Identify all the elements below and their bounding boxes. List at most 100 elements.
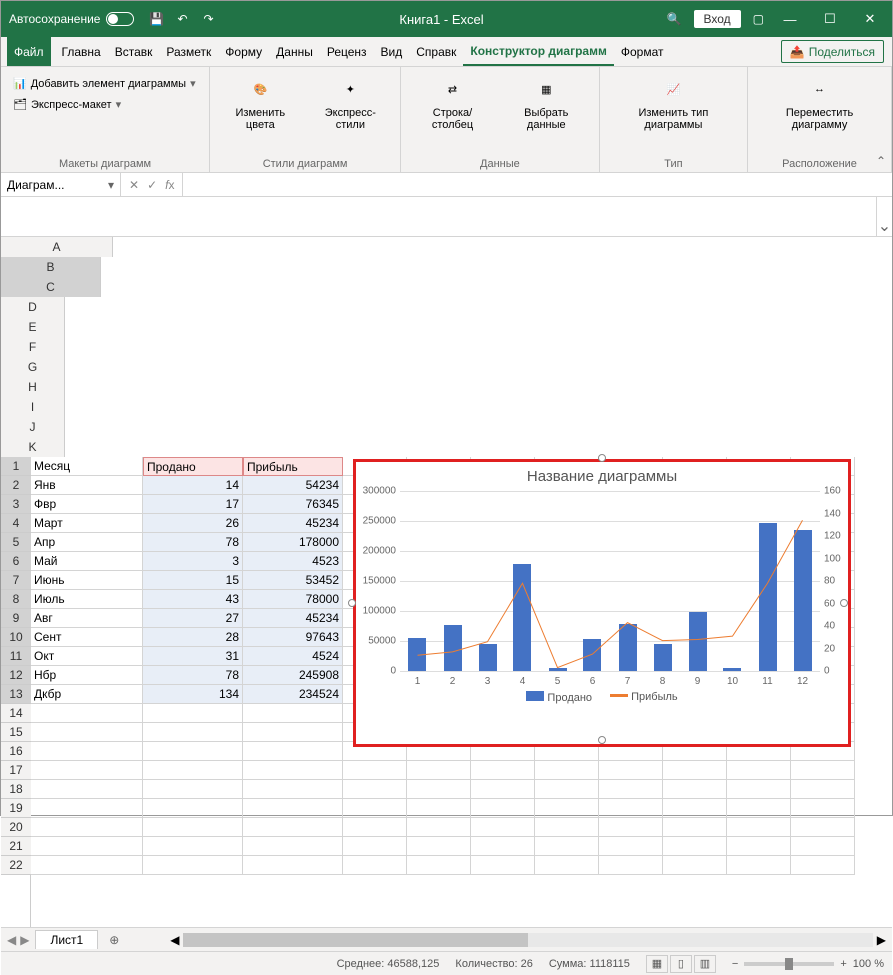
cell-B11[interactable]: 31 [143,647,243,666]
cell-H20[interactable] [599,818,663,837]
cell-H22[interactable] [599,856,663,875]
add-chart-element-button[interactable]: 📊 Добавить элемент диаграммы▾ [9,75,201,92]
cell-K20[interactable] [791,818,855,837]
cell-A19[interactable] [31,799,143,818]
zoom-in-icon[interactable]: + [840,958,846,970]
tab-chart-design[interactable]: Конструктор диаграмм [463,37,613,66]
cell-B20[interactable] [143,818,243,837]
cell-F19[interactable] [471,799,535,818]
tab-help[interactable]: Справк [409,37,463,66]
cell-B7[interactable]: 15 [143,571,243,590]
cell-C7[interactable]: 53452 [243,571,343,590]
column-header-F[interactable]: F [1,337,65,357]
page-break-view-icon[interactable]: ▥ [694,955,716,973]
cell-A7[interactable]: Июнь [31,571,143,590]
cell-I22[interactable] [663,856,727,875]
redo-icon[interactable]: ↷ [200,11,216,27]
cell-B12[interactable]: 78 [143,666,243,685]
row-header-6[interactable]: 6 [1,552,31,571]
cell-A21[interactable] [31,837,143,856]
cell-C5[interactable]: 178000 [243,533,343,552]
share-button[interactable]: 📤 Поделиться [781,40,884,63]
cell-D20[interactable] [343,818,407,837]
autosave-toggle[interactable]: Автосохранение [9,12,134,26]
tab-insert[interactable]: Вставк [108,37,160,66]
cell-B15[interactable] [143,723,243,742]
cell-E21[interactable] [407,837,471,856]
tab-file[interactable]: Файл [7,37,51,66]
cell-C1[interactable]: Прибыль [243,457,343,476]
horizontal-scrollbar[interactable]: ◀ ▶ [164,933,892,947]
scroll-left-icon[interactable]: ◀ [170,933,179,947]
tab-home[interactable]: Главна [55,37,108,66]
cell-A16[interactable] [31,742,143,761]
cell-A5[interactable]: Апр [31,533,143,552]
chart-resize-handle[interactable] [598,454,606,462]
cell-A20[interactable] [31,818,143,837]
cell-C4[interactable]: 45234 [243,514,343,533]
cell-F17[interactable] [471,761,535,780]
cell-D21[interactable] [343,837,407,856]
select-data-button[interactable]: ▦ Выбрать данные [502,71,591,156]
cell-I20[interactable] [663,818,727,837]
cell-J20[interactable] [727,818,791,837]
cell-B19[interactable] [143,799,243,818]
row-header-18[interactable]: 18 [1,780,31,799]
row-header-4[interactable]: 4 [1,514,31,533]
row-header-19[interactable]: 19 [1,799,31,818]
cell-A8[interactable]: Июль [31,590,143,609]
cell-C2[interactable]: 54234 [243,476,343,495]
column-header-I[interactable]: I [1,397,65,417]
zoom-slider[interactable] [744,962,834,966]
close-icon[interactable]: ✕ [856,11,884,27]
column-header-A[interactable]: A [1,237,113,257]
cell-B2[interactable]: 14 [143,476,243,495]
maximize-icon[interactable]: ☐ [816,11,844,27]
add-sheet-button[interactable]: ⊕ [104,930,124,950]
cell-H17[interactable] [599,761,663,780]
accept-formula-icon[interactable]: ✓ [147,178,157,192]
row-header-21[interactable]: 21 [1,837,31,856]
cell-G17[interactable] [535,761,599,780]
cell-C21[interactable] [243,837,343,856]
normal-view-icon[interactable]: ▦ [646,955,668,973]
cell-A11[interactable]: Окт [31,647,143,666]
cell-C15[interactable] [243,723,343,742]
chevron-down-icon[interactable]: ▾ [108,178,114,192]
zoom-level[interactable]: 100 % [853,958,884,970]
row-header-11[interactable]: 11 [1,647,31,666]
cell-K18[interactable] [791,780,855,799]
cell-B22[interactable] [143,856,243,875]
formula-input[interactable] [183,173,892,196]
cell-A12[interactable]: Нбр [31,666,143,685]
cell-B14[interactable] [143,704,243,723]
cell-B13[interactable]: 134 [143,685,243,704]
ribbon-options-icon[interactable]: ▢ [753,12,764,26]
cell-A10[interactable]: Сент [31,628,143,647]
view-switcher[interactable]: ▦ ▯ ▥ [646,955,716,973]
cancel-formula-icon[interactable]: ✕ [129,178,139,192]
cell-A14[interactable] [31,704,143,723]
sheet-nav-next-icon[interactable]: ▶ [20,933,29,947]
chart-resize-handle[interactable] [598,736,606,744]
quick-layout-button[interactable]: 🗂 Экспресс-макет▾ [9,96,201,113]
cell-I17[interactable] [663,761,727,780]
row-header-12[interactable]: 12 [1,666,31,685]
row-header-13[interactable]: 13 [1,685,31,704]
cell-A22[interactable] [31,856,143,875]
cell-A18[interactable] [31,780,143,799]
cell-K22[interactable] [791,856,855,875]
cell-C9[interactable]: 45234 [243,609,343,628]
tab-format[interactable]: Формат [614,37,671,66]
tab-data[interactable]: Данны [269,37,320,66]
cell-D17[interactable] [343,761,407,780]
cell-G20[interactable] [535,818,599,837]
quick-styles-button[interactable]: ✦ Экспресс-стили [309,71,393,156]
cell-C3[interactable]: 76345 [243,495,343,514]
cell-C11[interactable]: 4524 [243,647,343,666]
cell-C20[interactable] [243,818,343,837]
column-header-J[interactable]: J [1,417,65,437]
cell-B16[interactable] [143,742,243,761]
row-header-10[interactable]: 10 [1,628,31,647]
cell-C8[interactable]: 78000 [243,590,343,609]
